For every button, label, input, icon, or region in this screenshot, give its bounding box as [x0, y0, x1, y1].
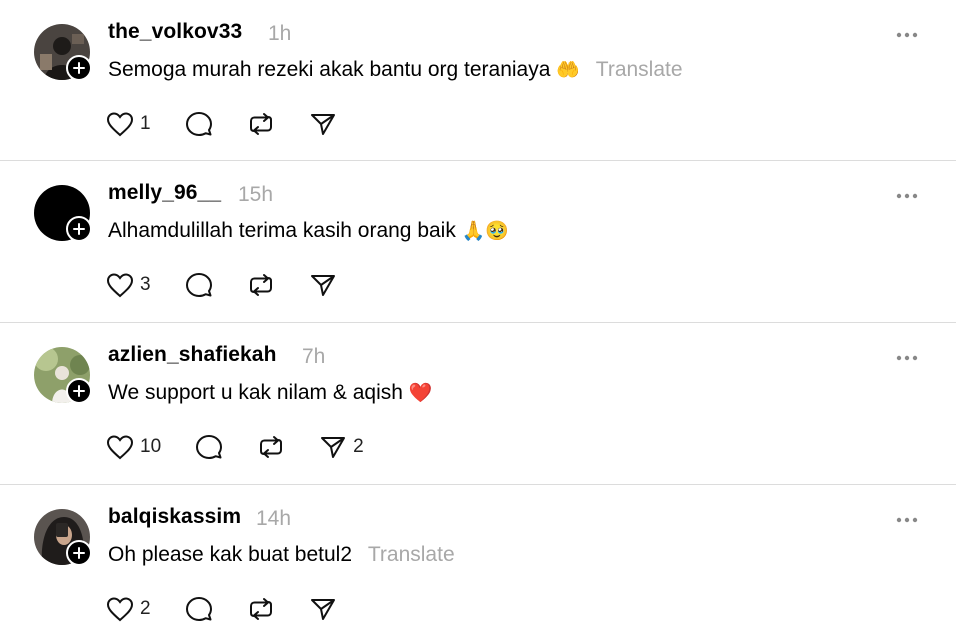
reply-button[interactable]: [185, 111, 213, 137]
emoji: ❤️: [408, 382, 433, 404]
comment-text: Alhamdulillah terima kasih orang baik 🙏🥹: [108, 219, 509, 243]
plus-icon: [73, 385, 85, 397]
share-count: 2: [353, 436, 364, 457]
username[interactable]: the_volkov33: [108, 20, 242, 44]
like-button[interactable]: 1: [106, 111, 151, 137]
like-button[interactable]: 3: [106, 272, 151, 298]
username[interactable]: balqiskassim: [108, 505, 241, 529]
share-button[interactable]: [309, 596, 337, 622]
comment-text: Oh please kak buat betul2 Translate: [108, 543, 455, 567]
more-options-icon[interactable]: [896, 193, 918, 199]
send-icon: [310, 114, 335, 135]
comment-icon: [196, 435, 223, 459]
repost-icon: [249, 598, 272, 620]
send-icon: [321, 437, 346, 458]
post: azlien_shafiekah 7h We support u kak nil…: [0, 323, 956, 485]
repost-icon: [249, 113, 272, 135]
emoji: 🙏🥹: [461, 220, 510, 242]
follow-button[interactable]: [66, 216, 92, 242]
send-icon: [310, 599, 335, 620]
repost-icon: [260, 436, 283, 458]
more-options-icon[interactable]: [896, 355, 918, 361]
more-options-icon[interactable]: [896, 517, 918, 523]
comment-body: Alhamdulillah terima kasih orang baik: [108, 219, 456, 242]
plus-icon: [73, 223, 85, 235]
follow-button[interactable]: [66, 378, 92, 404]
repost-button[interactable]: [257, 434, 285, 460]
share-button[interactable]: [309, 111, 337, 137]
heart-icon: [106, 112, 134, 137]
like-button[interactable]: 10: [106, 434, 161, 460]
emoji: 🤲: [556, 59, 580, 81]
comment-body: Oh please kak buat betul2: [108, 543, 353, 566]
comment-icon: [185, 273, 212, 297]
like-count: 1: [140, 113, 151, 134]
comment-icon: [185, 597, 212, 621]
more-options-icon[interactable]: [896, 32, 918, 38]
translate-link[interactable]: Translate: [596, 58, 683, 81]
plus-icon: [73, 62, 85, 74]
timestamp: 7h: [302, 345, 326, 368]
heart-icon: [106, 597, 134, 622]
username[interactable]: melly_96__: [108, 181, 221, 205]
follow-button[interactable]: [66, 540, 92, 566]
timestamp: 1h: [268, 22, 292, 45]
reply-button[interactable]: [195, 434, 223, 460]
translate-link[interactable]: Translate: [368, 543, 455, 566]
share-button[interactable]: 2: [319, 434, 364, 460]
comment-body: Semoga murah rezeki akak bantu org teran…: [108, 58, 551, 81]
plus-icon: [73, 547, 85, 559]
action-bar: 10 2: [106, 433, 398, 461]
comment-text: We support u kak nilam & aqish ❤️: [108, 381, 432, 405]
repost-button[interactable]: [247, 272, 275, 298]
repost-icon: [249, 274, 272, 296]
like-button[interactable]: 2: [106, 596, 151, 622]
repost-button[interactable]: [247, 596, 275, 622]
post: balqiskassim 14h Oh please kak buat betu…: [0, 485, 956, 640]
reply-button[interactable]: [185, 596, 213, 622]
share-button[interactable]: [309, 272, 337, 298]
comment-feed: the_volkov33 1h Semoga murah rezeki akak…: [0, 0, 956, 640]
comment-text: Semoga murah rezeki akak bantu org teran…: [108, 58, 683, 82]
reply-button[interactable]: [185, 272, 213, 298]
comment-body: We support u kak nilam & aqish: [108, 381, 403, 404]
send-icon: [310, 275, 335, 296]
like-count: 2: [140, 598, 151, 619]
post: melly_96__ 15h Alhamdulillah terima kasi…: [0, 161, 956, 323]
action-bar: 1: [106, 110, 371, 138]
timestamp: 14h: [256, 507, 292, 530]
like-count: 3: [140, 274, 151, 295]
heart-icon: [106, 273, 134, 298]
username[interactable]: azlien_shafiekah: [108, 343, 277, 367]
repost-button[interactable]: [247, 111, 275, 137]
follow-button[interactable]: [66, 55, 92, 81]
timestamp: 15h: [238, 183, 274, 206]
like-count: 10: [140, 436, 162, 457]
action-bar: 2: [106, 595, 371, 623]
heart-icon: [106, 435, 134, 460]
post: the_volkov33 1h Semoga murah rezeki akak…: [0, 0, 956, 161]
comment-icon: [185, 112, 212, 136]
action-bar: 3: [106, 271, 371, 299]
